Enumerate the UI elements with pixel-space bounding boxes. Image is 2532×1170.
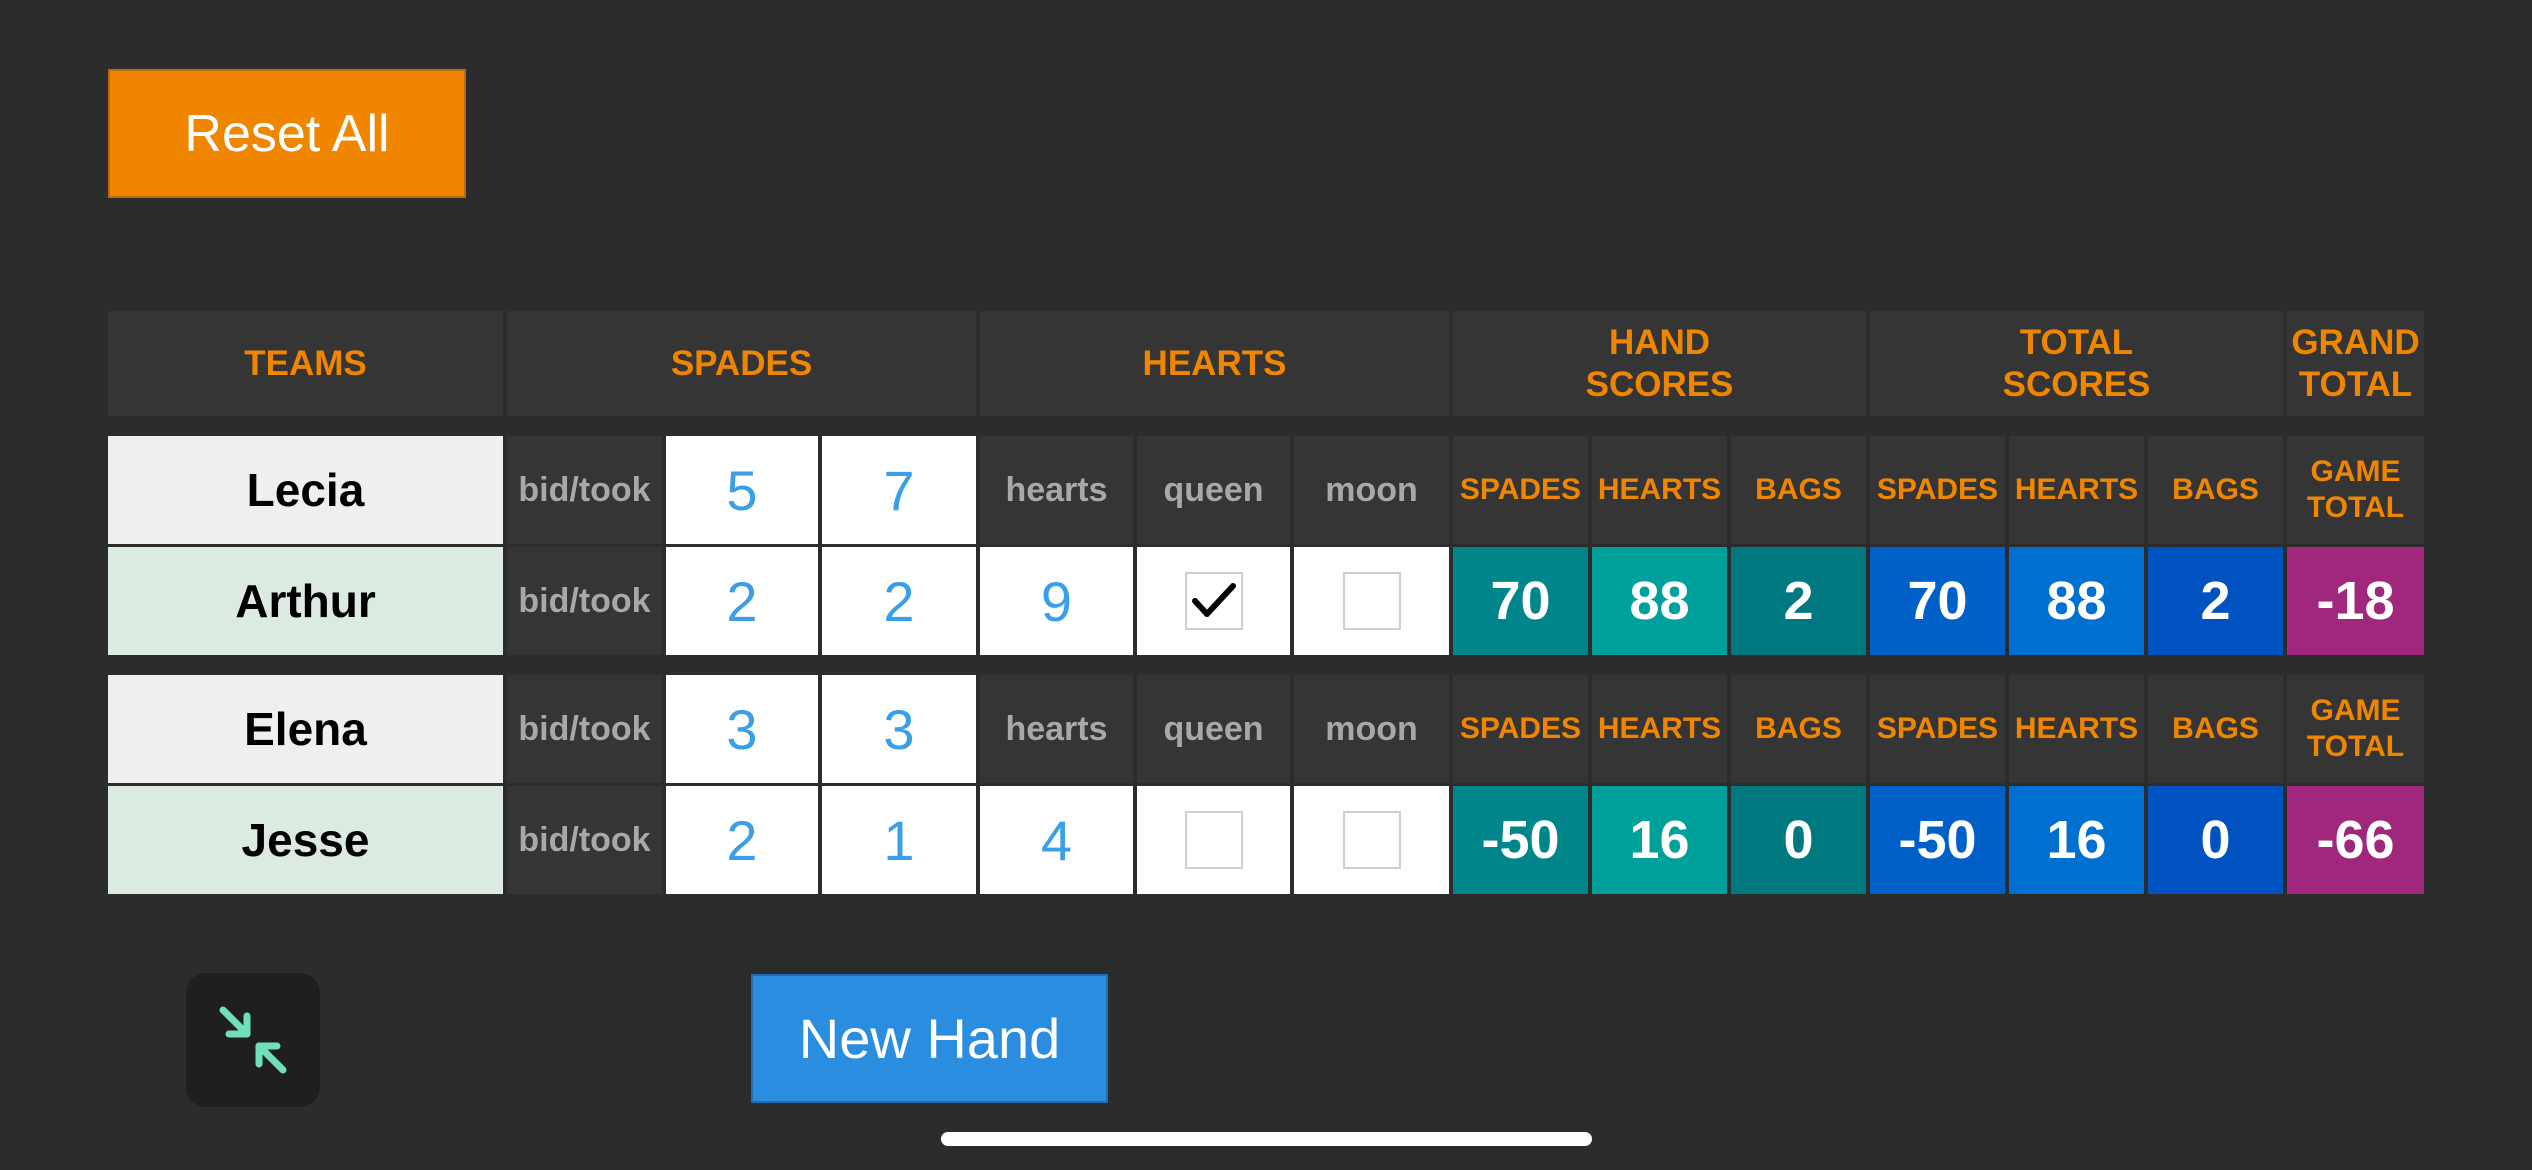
bid-took-label: bid/took [507,675,662,783]
collapse-arrows-icon [219,1006,287,1074]
moon-checkbox-cell[interactable] [1294,547,1449,655]
game-total-label-line2: TOTAL [2306,730,2405,763]
player-name-arthur: Arthur [108,547,503,655]
header-hand-scores-line2: SCORES [1585,364,1734,404]
queen-checkbox[interactable] [1184,572,1243,630]
hearts-input[interactable]: 9 [980,547,1133,655]
header-hearts: HEARTS [980,311,1449,416]
header-total-scores-line2: SCORES [2002,364,2151,404]
total-spades-score: 70 [1870,547,2005,655]
total-hearts-label: HEARTS [2009,675,2144,783]
hand-bags-label: BAGS [1731,675,1866,783]
total-hearts-score: 16 [2009,786,2144,894]
hand-bags-score: 2 [1731,547,1866,655]
header-grand-total-line1: GRAND [2291,322,2420,362]
total-spades-label: SPADES [1870,436,2005,544]
hand-spades-label: SPADES [1453,675,1588,783]
hand-hearts-label: HEARTS [1592,675,1727,783]
queen-checkbox[interactable] [1184,811,1243,869]
hand-spades-label: SPADES [1453,436,1588,544]
hand-hearts-score: 88 [1592,547,1727,655]
game-total-label-line1: GAME [2310,455,2401,488]
hearts-label: hearts [980,675,1133,783]
bid-input[interactable]: 3 [666,675,818,783]
total-spades-score: -50 [1870,786,2005,894]
bid-input[interactable]: 2 [666,547,818,655]
header-grand-total-line2: TOTAL [2298,364,2413,404]
reset-all-button[interactable]: Reset All [108,69,466,198]
total-spades-label: SPADES [1870,675,2005,783]
game-total-label: GAME TOTAL [2287,675,2424,783]
hearts-label: hearts [980,436,1133,544]
total-bags-score: 2 [2148,547,2283,655]
moon-checkbox-cell[interactable] [1294,786,1449,894]
bid-input[interactable]: 5 [666,436,818,544]
queen-label: queen [1137,436,1290,544]
header-total-scores: TOTAL SCORES [1870,311,2283,416]
checkmark-icon [1191,583,1236,617]
hand-spades-score: 70 [1453,547,1588,655]
hand-hearts-score: 16 [1592,786,1727,894]
hand-bags-label: BAGS [1731,436,1866,544]
moon-checkbox[interactable] [1342,572,1401,630]
hand-hearts-label: HEARTS [1592,436,1727,544]
hand-bags-score: 0 [1731,786,1866,894]
player-name-jesse: Jesse [108,786,503,894]
hearts-input[interactable]: 4 [980,786,1133,894]
took-input[interactable]: 7 [822,436,976,544]
collapse-button[interactable] [186,973,320,1107]
moon-label: moon [1294,675,1449,783]
total-bags-label: BAGS [2148,675,2283,783]
moon-label: moon [1294,436,1449,544]
bid-took-label: bid/took [507,547,662,655]
player-name-lecia: Lecia [108,436,503,544]
header-grand-total: GRAND TOTAL [2287,311,2424,416]
queen-label: queen [1137,675,1290,783]
header-spades: SPADES [507,311,976,416]
bid-took-label: bid/took [507,786,662,894]
took-input[interactable]: 2 [822,547,976,655]
new-hand-button[interactable]: New Hand [751,974,1108,1103]
hand-spades-score: -50 [1453,786,1588,894]
queen-checkbox-cell[interactable] [1137,786,1290,894]
bid-took-label: bid/took [507,436,662,544]
game-total-label-line2: TOTAL [2306,491,2405,524]
header-teams: TEAMS [108,311,503,416]
total-bags-score: 0 [2148,786,2283,894]
game-total-label: GAME TOTAL [2287,436,2424,544]
moon-checkbox[interactable] [1342,811,1401,869]
home-indicator[interactable] [941,1132,1592,1146]
took-input[interactable]: 3 [822,675,976,783]
took-input[interactable]: 1 [822,786,976,894]
header-hand-scores-line1: HAND [1608,322,1711,362]
game-total-score: -66 [2287,786,2424,894]
bid-input[interactable]: 2 [666,786,818,894]
header-total-scores-line1: TOTAL [2019,322,2134,362]
player-name-elena: Elena [108,675,503,783]
game-total-score: -18 [2287,547,2424,655]
total-hearts-score: 88 [2009,547,2144,655]
game-total-label-line1: GAME [2310,694,2401,727]
total-bags-label: BAGS [2148,436,2283,544]
total-hearts-label: HEARTS [2009,436,2144,544]
queen-checkbox-cell[interactable] [1137,547,1290,655]
header-hand-scores: HAND SCORES [1453,311,1866,416]
